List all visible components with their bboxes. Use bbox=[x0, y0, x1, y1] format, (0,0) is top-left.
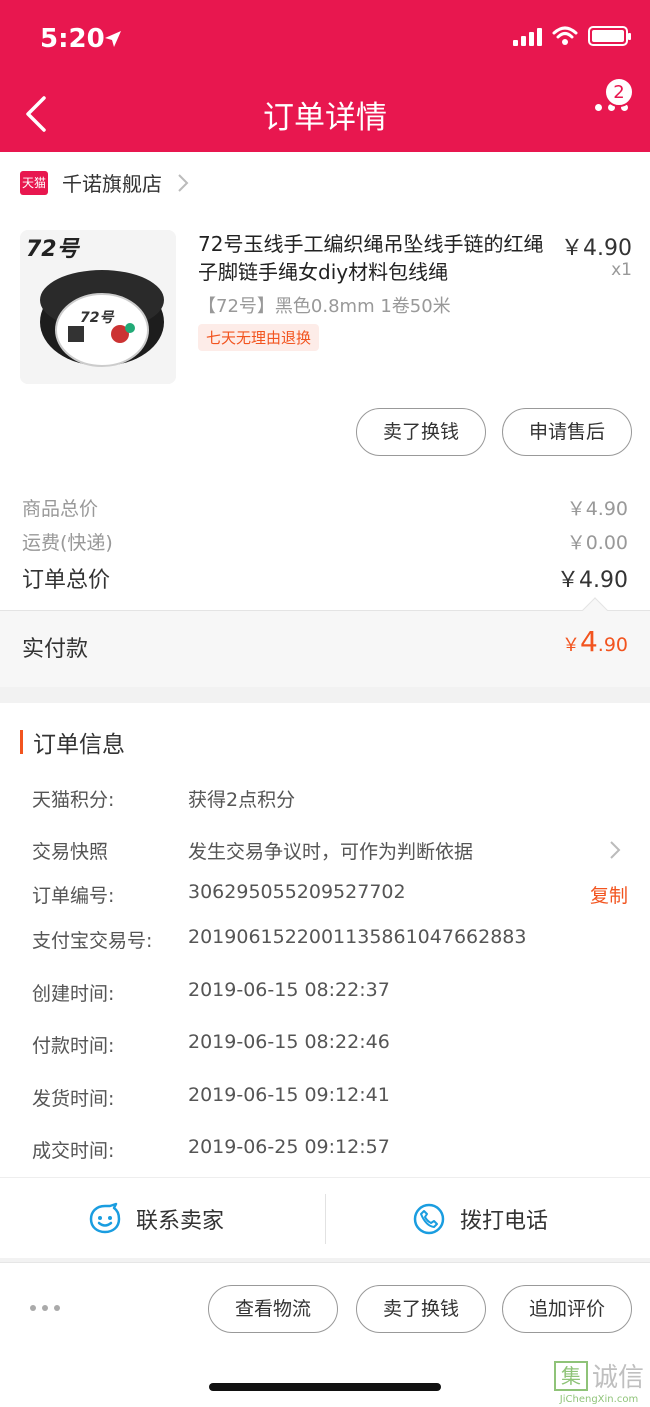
product-title[interactable]: 72号玉线手工编织绳吊坠线手链的红绳子脚链手绳女diy材料包线绳 bbox=[198, 230, 553, 286]
chevron-right-icon[interactable] bbox=[608, 839, 622, 861]
apply-aftersale-button[interactable]: 申请售后 bbox=[502, 408, 632, 456]
info-label: 订单编号: bbox=[32, 885, 115, 907]
status-time: 5:20 bbox=[40, 24, 105, 54]
product-image[interactable]: 72号 72号 bbox=[20, 230, 176, 384]
call-phone-label: 拨打电话 bbox=[460, 1208, 549, 1234]
svg-text:72号: 72号 bbox=[26, 237, 81, 262]
watermark-logo: 集 诚信 JiChengXin.com bbox=[553, 1357, 644, 1405]
home-indicator[interactable] bbox=[209, 1383, 441, 1391]
info-label: 创建时间: bbox=[32, 983, 115, 1005]
battery-icon bbox=[588, 26, 631, 46]
contact-row: 联系卖家 拨打电话 bbox=[0, 1177, 650, 1258]
svg-text:72号: 72号 bbox=[80, 310, 114, 326]
add-review-button[interactable]: 追加评价 bbox=[502, 1285, 632, 1333]
info-label: 发货时间: bbox=[32, 1088, 115, 1110]
more-actions-button[interactable] bbox=[30, 1305, 60, 1311]
contact-seller-label: 联系卖家 bbox=[136, 1208, 225, 1234]
info-value: 306295055209527702 bbox=[188, 881, 406, 903]
shipping-value: ￥0.00 bbox=[566, 532, 628, 554]
shipping-row: 运费(快递) ￥0.00 bbox=[22, 528, 628, 555]
order-info-card: 订单信息 天猫积分: 获得2点积分 交易快照 发生交易争议时，可作为判断依据 订… bbox=[0, 703, 650, 1258]
header: 5:20 订单详情 2 bbox=[0, 0, 650, 152]
paid-currency: ￥ bbox=[561, 635, 580, 656]
info-label[interactable]: 交易快照 bbox=[32, 837, 108, 864]
paid-label: 实付款 bbox=[22, 637, 89, 662]
paid-amount: ￥4.90 bbox=[562, 625, 628, 658]
product-card: 天猫 千诺旗舰店 72号 72号 72号玉线手工编织绳吊坠线手链的红绳子脚链手绳… bbox=[0, 152, 650, 687]
info-label: 支付宝交易号: bbox=[32, 930, 153, 952]
bottom-action-bar: 查看物流 卖了换钱 追加评价 bbox=[0, 1262, 650, 1407]
page-title: 订单详情 bbox=[263, 100, 387, 136]
shop-name: 千诺旗舰店 bbox=[62, 172, 162, 196]
pointer-arrow bbox=[582, 597, 608, 623]
info-value[interactable]: 发生交易争议时，可作为判断依据 bbox=[188, 837, 473, 864]
status-icons bbox=[513, 26, 631, 46]
shop-link[interactable]: 天猫 千诺旗舰店 bbox=[20, 168, 190, 197]
product-quantity: x1 bbox=[611, 260, 632, 280]
chevron-right-icon bbox=[178, 173, 189, 192]
return-policy-tag: 七天无理由退换 bbox=[198, 324, 320, 351]
watermark-box: 集 bbox=[553, 1360, 588, 1391]
wifi-icon bbox=[552, 26, 578, 45]
section-accent-bar bbox=[20, 730, 23, 754]
order-total-row: 订单总价 ￥4.90 bbox=[22, 562, 628, 594]
info-label: 成交时间: bbox=[32, 1140, 115, 1162]
product-price: ￥4.90 bbox=[561, 236, 632, 261]
info-value: 2019-06-25 09:12:57 bbox=[188, 1136, 390, 1158]
paid-amount-row: 实付款 ￥4.90 bbox=[0, 597, 650, 687]
sell-for-cash-button[interactable]: 卖了换钱 bbox=[356, 408, 486, 456]
watermark-url: JiChengXin.com bbox=[559, 1394, 639, 1405]
goods-total-row: 商品总价 ￥4.90 bbox=[22, 494, 628, 521]
call-phone-button[interactable]: 拨打电话 bbox=[412, 1178, 548, 1259]
divider bbox=[325, 1194, 326, 1244]
info-value: 获得2点积分 bbox=[188, 789, 296, 811]
contact-seller-button[interactable]: 联系卖家 bbox=[88, 1178, 224, 1259]
goods-total-value: ￥4.90 bbox=[566, 498, 628, 520]
view-logistics-button[interactable]: 查看物流 bbox=[208, 1285, 338, 1333]
section-header: 订单信息 bbox=[20, 725, 125, 759]
sell-for-cash-button[interactable]: 卖了换钱 bbox=[356, 1285, 486, 1333]
copy-order-number-button[interactable]: 复制 bbox=[590, 881, 628, 908]
section-title: 订单信息 bbox=[33, 732, 125, 758]
paid-decimal: .90 bbox=[597, 634, 628, 656]
info-value: 2019-06-15 09:12:41 bbox=[188, 1084, 390, 1106]
info-value: 2019061522001135861047662883 bbox=[188, 926, 527, 948]
order-total-value: ￥4.90 bbox=[557, 568, 628, 593]
product-spec: 【72号】黑色0.8mm 1卷50米 bbox=[198, 296, 451, 317]
watermark-text: 诚信 bbox=[591, 1363, 644, 1393]
message-count-badge: 2 bbox=[604, 77, 634, 107]
phone-icon bbox=[413, 1203, 445, 1234]
cellular-signal-icon bbox=[513, 26, 542, 46]
tmall-logo: 天猫 bbox=[20, 170, 48, 195]
goods-total-label: 商品总价 bbox=[22, 498, 99, 520]
info-label: 付款时间: bbox=[32, 1035, 115, 1057]
location-arrow-icon bbox=[105, 31, 121, 47]
info-label: 天猫积分: bbox=[32, 789, 115, 811]
chat-bubble-icon bbox=[89, 1202, 121, 1233]
order-total-label: 订单总价 bbox=[22, 568, 111, 593]
shipping-label: 运费(快递) bbox=[22, 532, 113, 554]
paid-integer: 4 bbox=[579, 625, 598, 658]
info-value: 2019-06-15 08:22:46 bbox=[188, 1031, 390, 1053]
info-value: 2019-06-15 08:22:37 bbox=[188, 979, 390, 1001]
